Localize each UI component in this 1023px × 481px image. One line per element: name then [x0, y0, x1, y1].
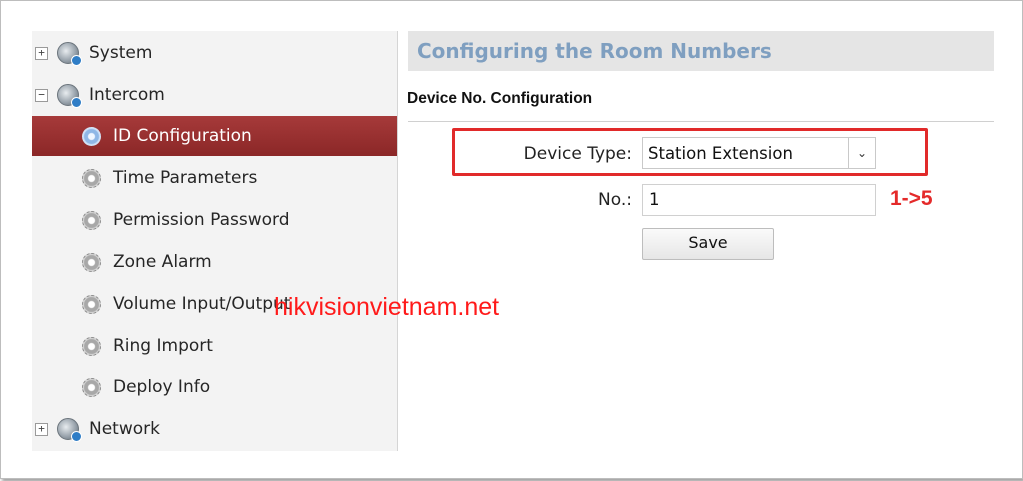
- sidebar-item-id-configuration[interactable]: ID Configuration: [32, 116, 397, 156]
- tree-node-intercom[interactable]: − Intercom: [32, 75, 397, 115]
- tree-node-system[interactable]: + System: [32, 33, 397, 73]
- sidebar-item-deploy-info[interactable]: Deploy Info: [32, 367, 397, 407]
- tree-node-label: Network: [89, 419, 160, 439]
- sidebar-item-zone-alarm[interactable]: Zone Alarm: [32, 242, 397, 282]
- globe-settings-icon: [57, 84, 82, 108]
- highlight-box: [452, 128, 928, 176]
- gear-icon: [82, 294, 101, 314]
- tree-node-label: Intercom: [89, 85, 165, 105]
- watermark-text: hikvisionvietnam.net: [274, 293, 500, 321]
- no-input[interactable]: 1: [642, 184, 876, 216]
- sidebar-item-ring-import[interactable]: Ring Import: [32, 326, 397, 366]
- expand-icon[interactable]: +: [35, 46, 48, 60]
- sidebar-item-time-parameters[interactable]: Time Parameters: [32, 158, 397, 198]
- gear-icon: [82, 377, 101, 397]
- gear-icon: [82, 210, 101, 230]
- sidebar-item-label: Ring Import: [113, 336, 213, 356]
- sidebar-item-label: Volume Input/Output: [113, 294, 291, 314]
- gear-icon: [82, 168, 101, 188]
- sidebar-item-label: Deploy Info: [113, 377, 211, 397]
- sidebar-tree: + System − Intercom ID Configuration Tim…: [32, 31, 398, 451]
- expand-icon[interactable]: +: [35, 422, 48, 436]
- screenshot-frame: + System − Intercom ID Configuration Tim…: [0, 0, 1023, 479]
- globe-settings-icon: [57, 418, 82, 442]
- globe-settings-icon: [57, 42, 82, 66]
- collapse-icon[interactable]: −: [35, 88, 48, 102]
- gear-icon: [82, 252, 101, 272]
- sidebar-item-label: Time Parameters: [113, 168, 258, 188]
- panel-header: Configuring the Room Numbers: [408, 31, 994, 71]
- range-annotation: 1->5: [890, 187, 933, 210]
- sidebar-item-label: ID Configuration: [113, 126, 252, 146]
- config-app: + System − Intercom ID Configuration Tim…: [32, 31, 994, 451]
- gear-icon: [82, 336, 101, 356]
- gear-icon: [82, 126, 101, 146]
- sidebar-item-permission-password[interactable]: Permission Password: [32, 200, 397, 240]
- sidebar-item-label: Permission Password: [113, 210, 290, 230]
- tree-node-label: System: [89, 43, 153, 63]
- sidebar-item-label: Zone Alarm: [113, 252, 212, 272]
- tree-node-network[interactable]: + Network: [32, 409, 397, 449]
- page-title: Configuring the Room Numbers: [417, 39, 772, 63]
- main-panel: Configuring the Room Numbers Device No. …: [407, 31, 994, 451]
- section-divider: [408, 121, 994, 122]
- save-button[interactable]: Save: [642, 228, 774, 260]
- section-title: Device No. Configuration: [407, 90, 593, 107]
- no-label: No.:: [598, 190, 632, 210]
